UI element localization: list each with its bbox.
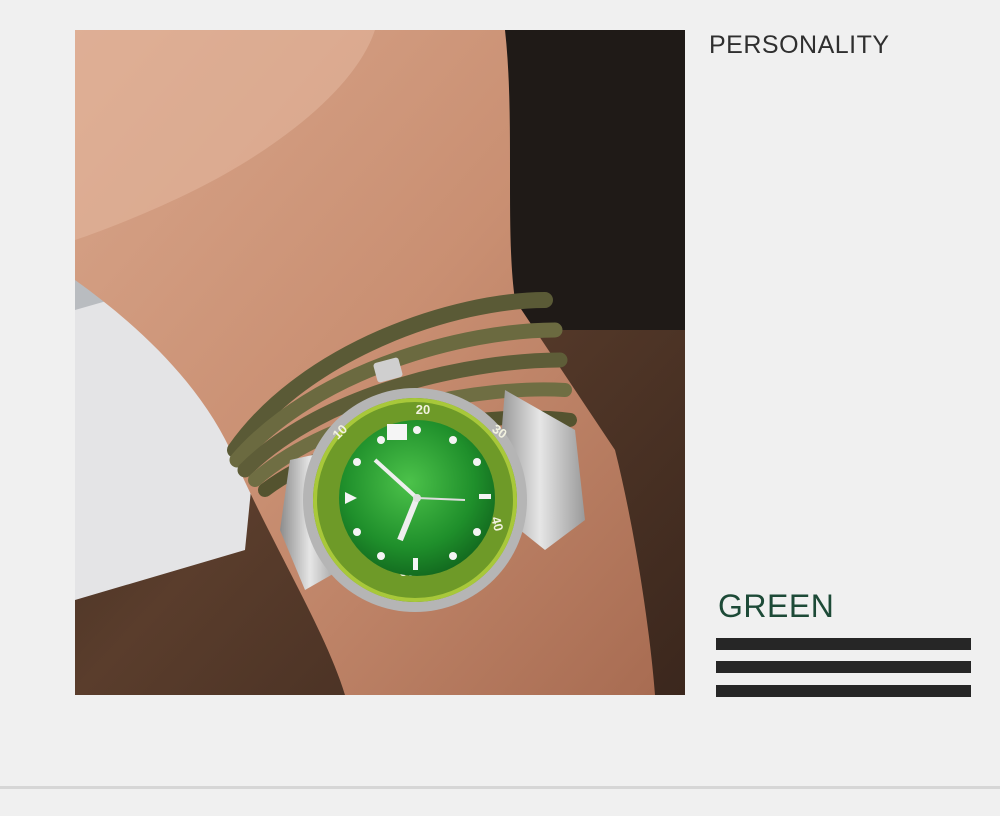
divider [0,786,1000,789]
decorative-stripe [716,638,971,650]
product-photo: 20 30 40 50 10 [75,30,685,695]
decorative-stripe [716,661,971,673]
decorative-stripe [716,685,971,697]
heading-personality: PERSONALITY [709,31,890,59]
svg-text:20: 20 [416,402,430,417]
color-name-label: GREEN [718,588,835,624]
